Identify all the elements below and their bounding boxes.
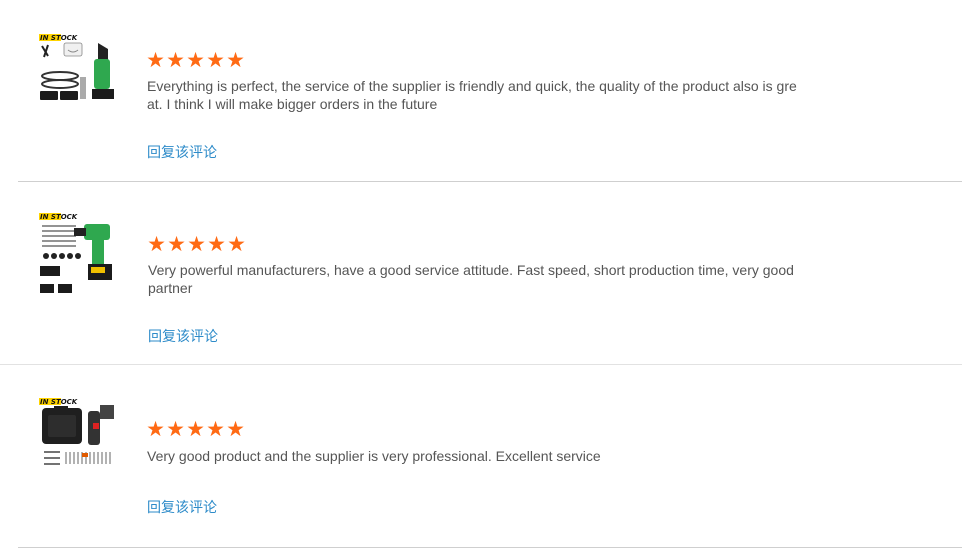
divider bbox=[0, 364, 962, 365]
review-text: Everything is perfect, the service of th… bbox=[147, 78, 797, 112]
svg-text:IN STOCK: IN STOCK bbox=[40, 398, 78, 406]
star-icon: ★ bbox=[146, 418, 166, 441]
star-icon: ★ bbox=[227, 233, 247, 256]
product-thumbnail-screwdriver[interactable]: IN STOCK bbox=[38, 397, 118, 469]
star-icon: ★ bbox=[166, 418, 186, 441]
product-thumbnail-chainsaw[interactable]: IN STOCK bbox=[38, 33, 118, 105]
svg-text:IN STOCK: IN STOCK bbox=[40, 34, 78, 42]
star-icon: ★ bbox=[147, 233, 167, 256]
review-text: Very powerful manufacturers, have a good… bbox=[148, 262, 794, 296]
divider bbox=[18, 181, 962, 182]
reply-link[interactable]: 回复该评论 bbox=[147, 497, 217, 517]
star-icon: ★ bbox=[167, 233, 187, 256]
review-text: Very good product and the supplier is ve… bbox=[147, 448, 601, 464]
star-icon: ★ bbox=[187, 233, 207, 256]
star-icon: ★ bbox=[226, 49, 246, 72]
star-icon: ★ bbox=[146, 49, 166, 72]
star-rating: ★★★★★ bbox=[146, 50, 246, 71]
svg-text:IN STOCK: IN STOCK bbox=[40, 213, 78, 221]
star-icon: ★ bbox=[207, 233, 227, 256]
star-icon: ★ bbox=[186, 418, 206, 441]
reply-link[interactable]: 回复该评论 bbox=[147, 142, 217, 162]
product-thumbnail-impact-wrench[interactable]: IN STOCK bbox=[38, 212, 118, 293]
star-icon: ★ bbox=[186, 49, 206, 72]
star-icon: ★ bbox=[166, 49, 186, 72]
star-icon: ★ bbox=[206, 49, 226, 72]
star-rating: ★★★★★ bbox=[146, 419, 246, 440]
star-rating: ★★★★★ bbox=[147, 234, 247, 255]
reply-link[interactable]: 回复该评论 bbox=[148, 326, 218, 346]
divider bbox=[18, 547, 962, 548]
star-icon: ★ bbox=[226, 418, 246, 441]
star-icon: ★ bbox=[206, 418, 226, 441]
